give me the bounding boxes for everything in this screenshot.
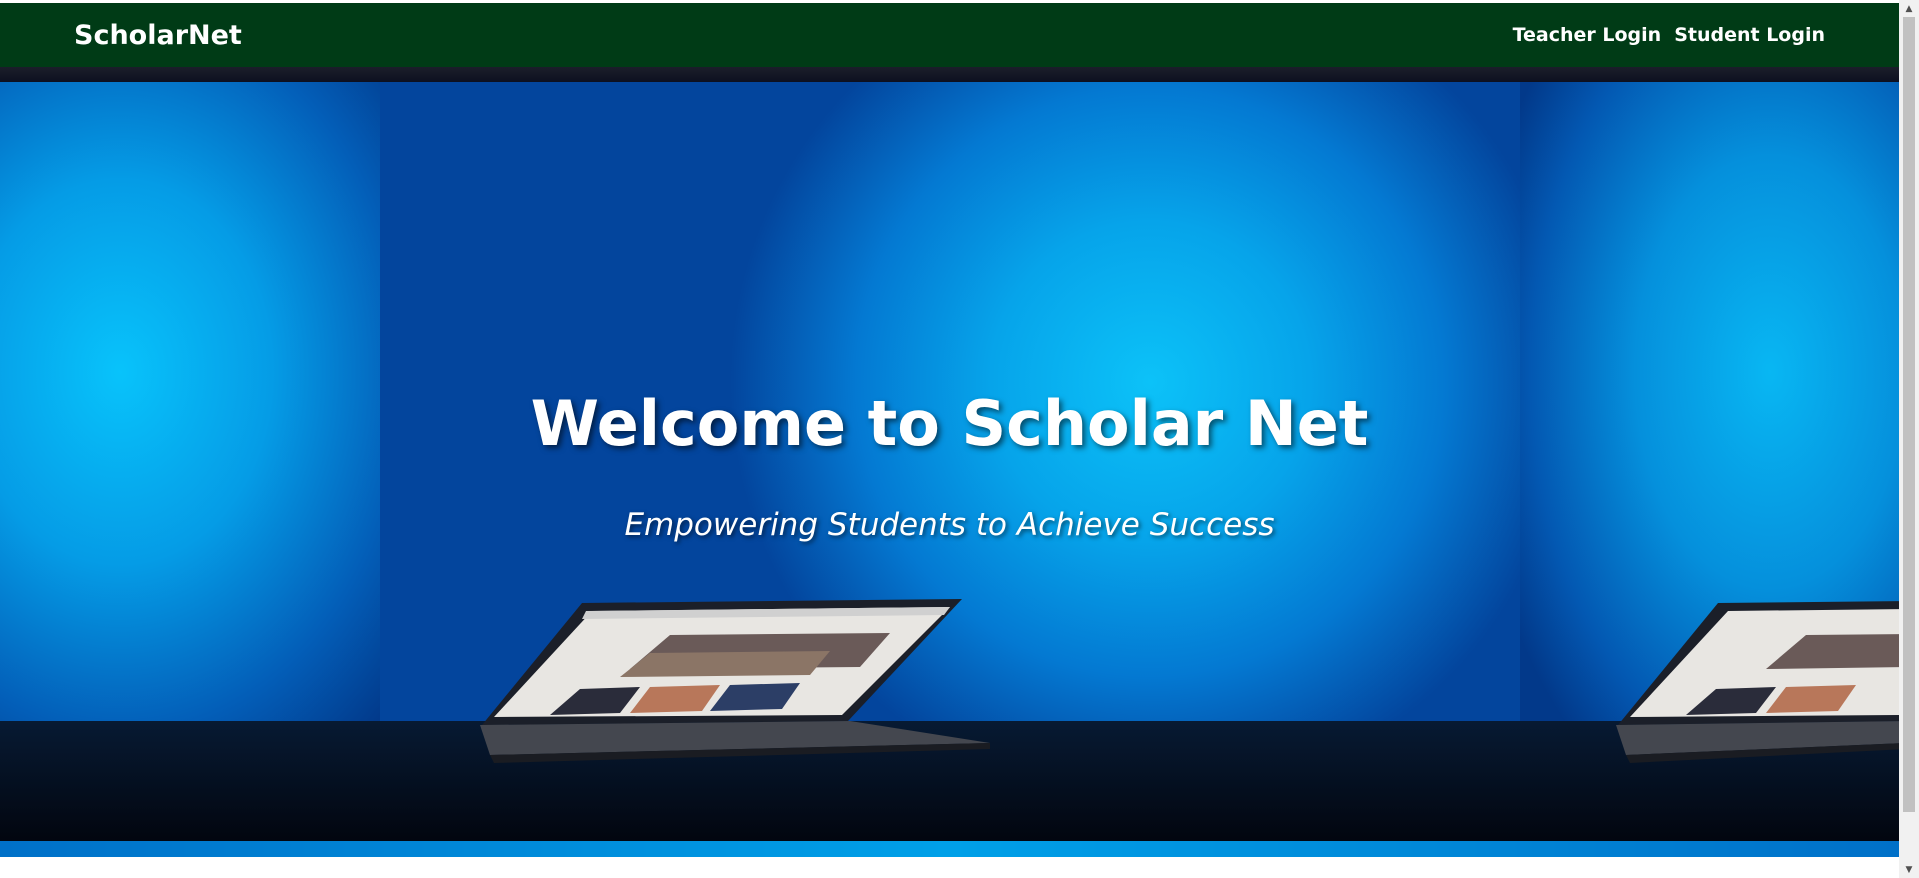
- page-viewport: ScholarNet Teacher Login Student Login W…: [0, 0, 1899, 878]
- scrollbar-thumb[interactable]: [1903, 17, 1915, 812]
- nav-links: Teacher Login Student Login: [1513, 24, 1825, 46]
- hero-section: Welcome to Scholar Net Empowering Studen…: [0, 67, 1899, 857]
- vertical-scrollbar[interactable]: ▲ ▼: [1899, 0, 1919, 878]
- hero-subtitle: Empowering Students to Achieve Success: [624, 507, 1275, 543]
- scroll-down-arrow-icon[interactable]: ▼: [1899, 861, 1919, 878]
- student-login-link[interactable]: Student Login: [1674, 24, 1825, 46]
- brand-logo-link[interactable]: ScholarNet: [74, 20, 242, 51]
- scroll-up-arrow-icon[interactable]: ▲: [1899, 0, 1919, 17]
- navbar: ScholarNet Teacher Login Student Login: [0, 3, 1899, 67]
- teacher-login-link[interactable]: Teacher Login: [1513, 24, 1662, 46]
- hero-content: Welcome to Scholar Net Empowering Studen…: [0, 67, 1899, 857]
- hero-title: Welcome to Scholar Net: [530, 387, 1369, 460]
